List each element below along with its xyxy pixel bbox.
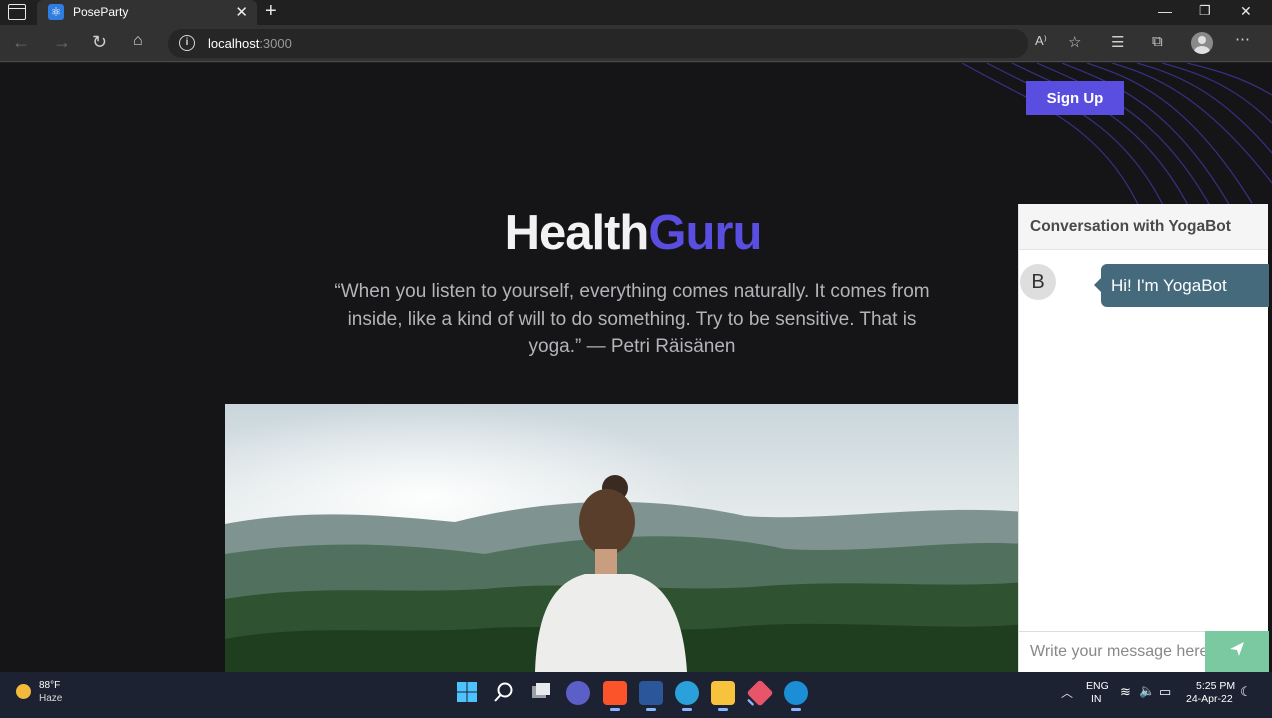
notifications-icon[interactable]: ☾ bbox=[1240, 684, 1252, 700]
address-bar[interactable]: i localhost:3000 bbox=[168, 29, 1028, 58]
clock-time[interactable]: 5:25 PM bbox=[1196, 680, 1235, 692]
collections-icon[interactable]: ⧉ bbox=[1152, 33, 1163, 50]
add-favorite-icon[interactable]: ☆ bbox=[1068, 33, 1081, 51]
clock-date[interactable]: 24-Apr-22 bbox=[1186, 693, 1233, 705]
task-view-icon[interactable] bbox=[530, 681, 554, 705]
send-button[interactable] bbox=[1205, 631, 1269, 672]
back-icon[interactable]: ← bbox=[12, 32, 30, 53]
yoga-quote: “When you listen to yourself, everything… bbox=[334, 281, 930, 357]
hero-image bbox=[225, 404, 1025, 672]
refresh-icon[interactable]: ↻ bbox=[92, 32, 107, 53]
tab-title: PoseParty bbox=[73, 5, 129, 19]
chat-header: Conversation with YogaBot bbox=[1019, 204, 1268, 250]
search-icon[interactable] bbox=[493, 681, 517, 705]
favorites-icon[interactable]: ☰ bbox=[1111, 33, 1124, 51]
app-icon[interactable] bbox=[746, 679, 774, 707]
react-favicon-icon: ⚛ bbox=[48, 4, 64, 20]
tab-actions-icon[interactable] bbox=[8, 4, 26, 20]
volume-icon[interactable]: 🔈 bbox=[1139, 683, 1155, 699]
new-tab-icon[interactable]: + bbox=[265, 0, 277, 23]
read-aloud-icon[interactable]: A⁾ bbox=[1035, 33, 1047, 49]
file-explorer-icon[interactable] bbox=[711, 681, 735, 711]
restore-icon[interactable]: ❐ bbox=[1199, 3, 1211, 19]
weather-condition[interactable]: Haze bbox=[39, 693, 62, 704]
telegram-icon[interactable] bbox=[675, 681, 699, 711]
minimize-icon[interactable]: — bbox=[1158, 3, 1172, 19]
weather-temperature[interactable]: 88°F bbox=[39, 680, 60, 691]
chat-message-input[interactable] bbox=[1019, 631, 1205, 672]
battery-icon[interactable]: ▭ bbox=[1159, 684, 1171, 700]
forward-icon[interactable]: → bbox=[53, 32, 71, 53]
page-content: Sign Up HealthGuru “When you listen to y… bbox=[0, 63, 1272, 672]
taskbar: 88°F Haze ︿ ENG IN ≋ 🔈 ▭ 5:25 PM 24-Apr-… bbox=[0, 672, 1272, 718]
wifi-icon[interactable]: ≋ bbox=[1120, 684, 1131, 700]
edge-browser-icon[interactable] bbox=[784, 681, 808, 711]
close-window-icon[interactable]: ✕ bbox=[1240, 3, 1252, 20]
address-toolbar: ← → ↻ ⌂ i localhost:3000 A⁾ ☆ ☰ ⧉ ⋯ bbox=[0, 25, 1272, 62]
send-icon bbox=[1230, 642, 1244, 656]
bot-avatar: B bbox=[1020, 264, 1056, 300]
tab-strip: ⚛ PoseParty ✕ + — ❐ ✕ bbox=[0, 0, 1272, 25]
weather-icon[interactable] bbox=[16, 684, 31, 699]
teams-chat-icon[interactable] bbox=[566, 681, 590, 705]
chat-widget: Conversation with YogaBot B Hi! I'm Yoga… bbox=[1018, 204, 1269, 672]
chat-message-bubble: Hi! I'm YogaBot bbox=[1094, 264, 1269, 307]
url-text[interactable]: localhost:3000 bbox=[208, 36, 292, 51]
word-icon[interactable] bbox=[639, 681, 663, 711]
brave-browser-icon[interactable] bbox=[603, 681, 627, 711]
sign-up-button[interactable]: Sign Up bbox=[1026, 81, 1124, 115]
tab-close-icon[interactable]: ✕ bbox=[235, 3, 248, 21]
more-menu-icon[interactable]: ⋯ bbox=[1235, 30, 1250, 48]
tab-poseparty[interactable]: ⚛ PoseParty ✕ bbox=[37, 0, 257, 25]
start-windows-icon[interactable] bbox=[456, 681, 480, 705]
site-info-icon[interactable]: i bbox=[179, 35, 195, 51]
language-region[interactable]: IN bbox=[1091, 693, 1102, 705]
show-hidden-icons-chevron-icon[interactable]: ︿ bbox=[1061, 684, 1073, 701]
profile-avatar[interactable] bbox=[1191, 32, 1213, 54]
home-icon[interactable]: ⌂ bbox=[133, 32, 143, 50]
language-indicator[interactable]: ENG bbox=[1086, 680, 1109, 692]
